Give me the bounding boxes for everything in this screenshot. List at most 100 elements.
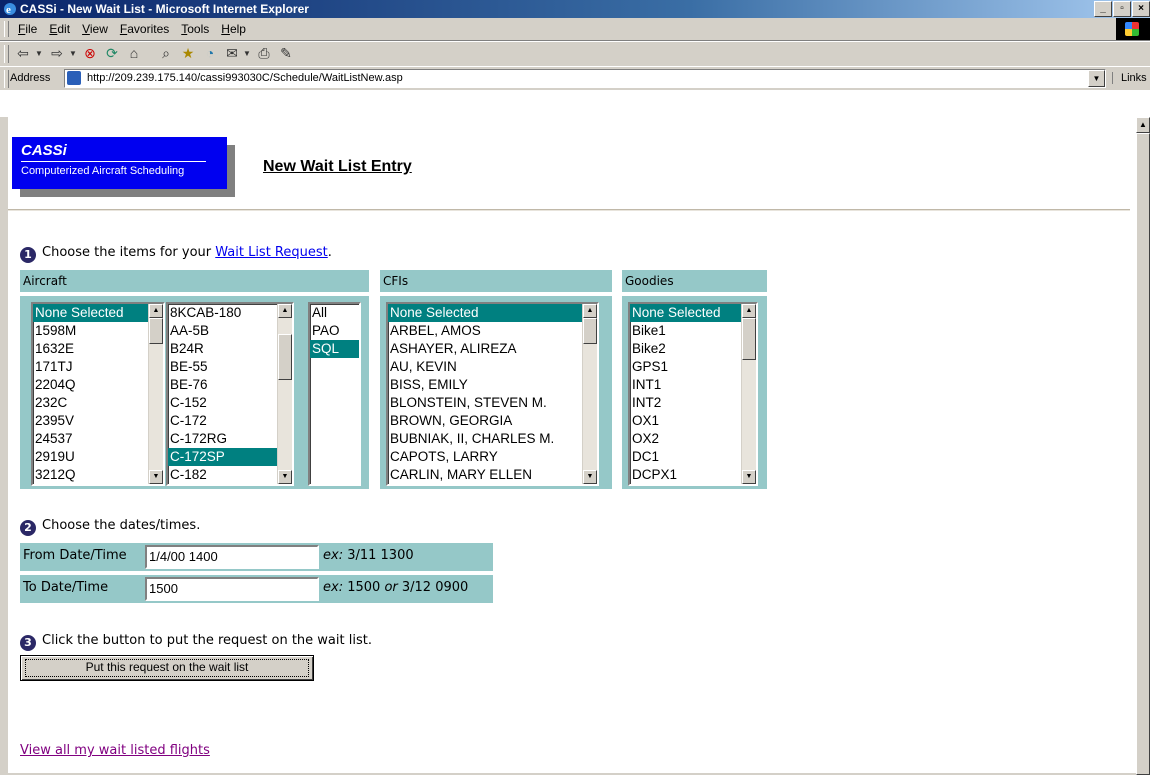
list-item[interactable]: BROWN, GEORGIA — [388, 412, 597, 430]
list-item[interactable]: ASHAYER, ALIREZA — [388, 340, 597, 358]
goodies-header: Goodies — [622, 270, 767, 292]
menu-help[interactable]: Help — [215, 22, 252, 36]
list-item[interactable]: DCPX1 — [630, 466, 756, 484]
menu-file[interactable]: File — [12, 22, 43, 36]
page-scrollbar[interactable]: ▲ — [1135, 117, 1150, 775]
list-item[interactable]: 232C — [33, 394, 163, 412]
scroll-thumb[interactable] — [1136, 133, 1150, 775]
menu-tools[interactable]: Tools — [175, 22, 215, 36]
home-icon[interactable]: ⌂ — [124, 45, 144, 62]
list-item[interactable]: 2395V — [33, 412, 163, 430]
list-item[interactable]: 3212Q — [33, 466, 163, 484]
list-item[interactable]: BUBNIAK, II, CHARLES M. — [388, 430, 597, 448]
aircraft-tail-listbox[interactable]: None Selected 1598M 1632E 171TJ 2204Q 23… — [31, 302, 165, 486]
back-dropdown-icon[interactable]: ▼ — [34, 45, 44, 62]
scroll-up-icon[interactable]: ▲ — [1136, 117, 1150, 133]
mail-dropdown-icon[interactable]: ▼ — [242, 45, 252, 62]
list-item[interactable]: ARBEL, AMOS — [388, 322, 597, 340]
list-item[interactable]: Bike2 — [630, 340, 756, 358]
list-item[interactable]: 2204Q — [33, 376, 163, 394]
list-item[interactable]: C-172 — [168, 412, 292, 430]
list-item[interactable]: C-172SP — [168, 448, 292, 466]
back-icon[interactable]: ⇦ — [12, 45, 34, 62]
list-item[interactable]: 24537 — [33, 430, 163, 448]
list-item[interactable]: B24R — [168, 340, 292, 358]
list-item[interactable]: None Selected — [388, 304, 597, 322]
scroll-down-icon[interactable]: ▼ — [278, 470, 292, 484]
address-input[interactable]: http://209.239.175.140/cassi993030C/Sche… — [64, 69, 1106, 88]
list-item[interactable]: OX2 — [630, 430, 756, 448]
listbox-scrollbar[interactable]: ▲ ▼ — [582, 304, 597, 484]
to-datetime-input[interactable]: 1500 — [145, 577, 319, 601]
list-item[interactable]: BE-55 — [168, 358, 292, 376]
wait-list-request-link[interactable]: Wait List Request — [215, 245, 328, 260]
list-item[interactable]: 1632E — [33, 340, 163, 358]
edit-icon[interactable]: ✎ — [276, 45, 296, 62]
address-dropdown-icon[interactable]: ▼ — [1088, 70, 1105, 87]
maximize-button[interactable]: ▫ — [1113, 1, 1131, 17]
list-item[interactable]: BLONSTEIN, STEVEN M. — [388, 394, 597, 412]
list-item[interactable]: All — [310, 304, 359, 322]
cfis-listbox[interactable]: None Selected ARBEL, AMOS ASHAYER, ALIRE… — [386, 302, 599, 486]
list-item[interactable]: 1598M — [33, 322, 163, 340]
list-item[interactable]: C-182 — [168, 466, 292, 484]
aircraft-base-listbox[interactable]: All PAO SQL — [308, 302, 361, 486]
forward-icon[interactable]: ⇨ — [46, 45, 68, 62]
menu-edit[interactable]: Edit — [43, 22, 76, 36]
list-item[interactable]: CAPOTS, LARRY — [388, 448, 597, 466]
list-item[interactable]: INT1 — [630, 376, 756, 394]
stop-icon[interactable]: ⊗ — [80, 45, 100, 62]
goodies-listbox[interactable]: None Selected Bike1 Bike2 GPS1 INT1 INT2… — [628, 302, 758, 486]
list-item[interactable]: OX1 — [630, 412, 756, 430]
scroll-down-icon[interactable]: ▼ — [583, 470, 597, 484]
list-item[interactable]: INT2 — [630, 394, 756, 412]
list-item[interactable]: None Selected — [33, 304, 163, 322]
list-item[interactable]: 171TJ — [33, 358, 163, 376]
refresh-icon[interactable]: ⟳ — [102, 45, 122, 62]
list-item[interactable]: SQL — [310, 340, 359, 358]
search-icon[interactable]: ⌕ — [156, 45, 176, 62]
history-icon[interactable]: ◔ — [200, 45, 220, 62]
list-item[interactable]: PAO — [310, 322, 359, 340]
list-item[interactable]: C-172RG — [168, 430, 292, 448]
menu-favorites[interactable]: Favorites — [114, 22, 175, 36]
scroll-up-icon[interactable]: ▲ — [742, 304, 756, 318]
scroll-up-icon[interactable]: ▲ — [278, 304, 292, 318]
list-item[interactable]: BISS, EMILY — [388, 376, 597, 394]
list-item[interactable]: GPS1 — [630, 358, 756, 376]
view-all-wait-list-link[interactable]: View all my wait listed flights — [20, 743, 210, 758]
list-item[interactable]: C-152 — [168, 394, 292, 412]
menu-view[interactable]: View — [76, 22, 114, 36]
scroll-up-icon[interactable]: ▲ — [583, 304, 597, 318]
scroll-up-icon[interactable]: ▲ — [149, 304, 163, 318]
links-button[interactable]: Links — [1112, 72, 1147, 84]
scroll-thumb[interactable] — [278, 334, 292, 380]
list-item[interactable]: CARLIN, MARY ELLEN — [388, 466, 597, 484]
forward-dropdown-icon[interactable]: ▼ — [68, 45, 78, 62]
list-item[interactable]: 8KCAB-180 — [168, 304, 292, 322]
list-item[interactable]: Bike1 — [630, 322, 756, 340]
minimize-button[interactable]: _ — [1094, 1, 1112, 17]
listbox-scrollbar[interactable]: ▲ ▼ — [148, 304, 163, 484]
list-item[interactable]: 2919U — [33, 448, 163, 466]
scroll-down-icon[interactable]: ▼ — [149, 470, 163, 484]
scroll-thumb[interactable] — [149, 318, 163, 344]
scroll-thumb[interactable] — [583, 318, 597, 344]
favorites-icon[interactable]: ★ — [178, 45, 198, 62]
listbox-scrollbar[interactable]: ▲ ▼ — [741, 304, 756, 484]
list-item[interactable]: None Selected — [630, 304, 756, 322]
list-item[interactable]: BE-76 — [168, 376, 292, 394]
close-button[interactable]: × — [1132, 1, 1150, 17]
scroll-down-icon[interactable]: ▼ — [742, 470, 756, 484]
from-datetime-input[interactable]: 1/4/00 1400 — [145, 545, 319, 569]
print-icon[interactable]: ⎙ — [254, 45, 274, 62]
list-item[interactable]: AA-5B — [168, 322, 292, 340]
submit-wait-list-button[interactable]: Put this request on the wait list — [20, 655, 314, 681]
divider — [8, 209, 1130, 211]
listbox-scrollbar[interactable]: ▲ ▼ — [277, 304, 292, 484]
scroll-thumb[interactable] — [742, 318, 756, 360]
list-item[interactable]: DC1 — [630, 448, 756, 466]
list-item[interactable]: AU, KEVIN — [388, 358, 597, 376]
aircraft-type-listbox[interactable]: 8KCAB-180 AA-5B B24R BE-55 BE-76 C-152 C… — [166, 302, 294, 486]
mail-icon[interactable]: ✉ — [222, 45, 242, 62]
